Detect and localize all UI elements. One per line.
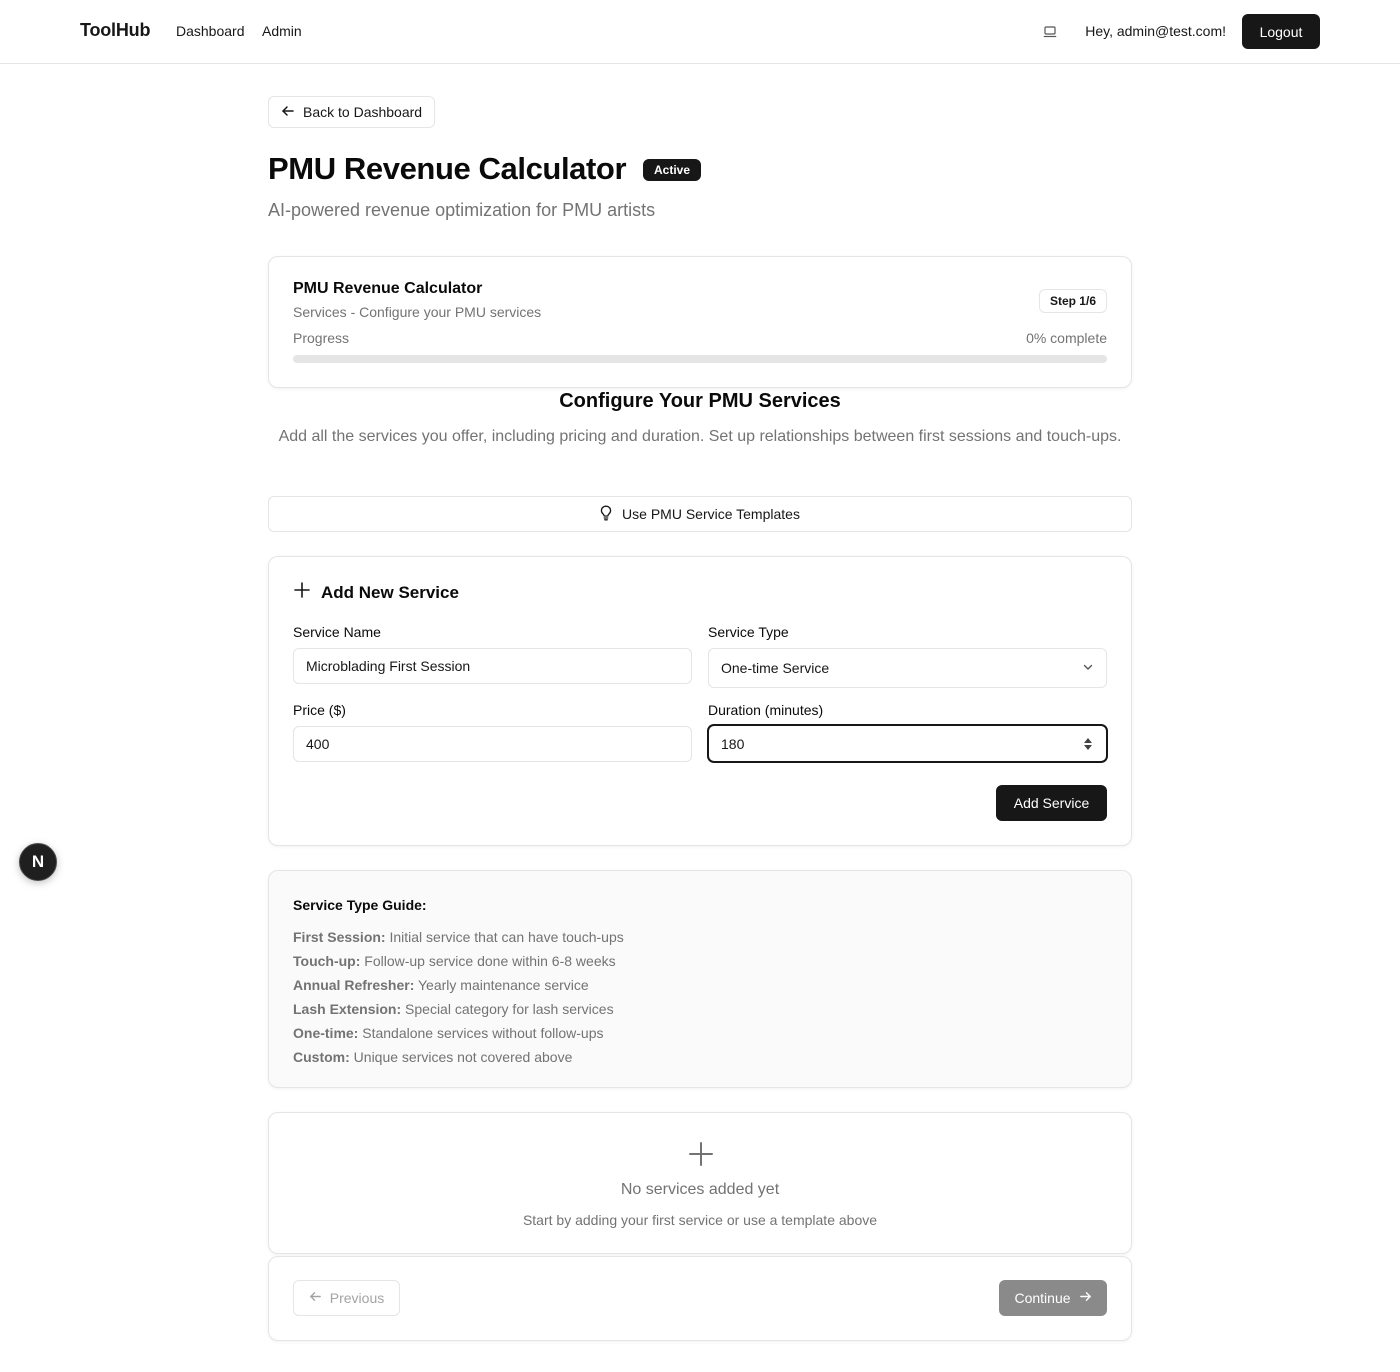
- number-stepper-icon[interactable]: [1082, 737, 1094, 750]
- empty-state-subtitle: Start by adding your first service or us…: [522, 1212, 878, 1228]
- brand-logo[interactable]: ToolHub: [80, 20, 150, 41]
- guide-term: Touch-up:: [293, 953, 361, 969]
- guide-desc: Yearly maintenance service: [418, 977, 589, 993]
- duration-value: 180: [721, 735, 745, 752]
- use-templates-label: Use PMU Service Templates: [622, 506, 800, 522]
- guide-term: Custom:: [293, 1049, 350, 1065]
- guide-desc: Initial service that can have touch-ups: [389, 929, 624, 945]
- guide-term: Lash Extension:: [293, 1001, 402, 1017]
- use-templates-button[interactable]: Use PMU Service Templates: [268, 496, 1132, 532]
- guide-item: One-time: Standalone services without fo…: [293, 1021, 624, 1045]
- guide-term: First Session:: [293, 929, 386, 945]
- guide-desc: Special category for lash services: [405, 1001, 614, 1017]
- continue-label: Continue: [1014, 1290, 1071, 1306]
- service-type-guide: Service Type Guide: First Session: Initi…: [268, 870, 1132, 1088]
- guide-term: One-time:: [293, 1025, 359, 1041]
- guide-item: First Session: Initial service that can …: [293, 925, 624, 949]
- price-value: 400: [306, 736, 330, 752]
- duration-label: Duration (minutes): [708, 702, 824, 718]
- guide-item: Lash Extension: Special category for las…: [293, 997, 624, 1021]
- guide-desc: Standalone services without follow-ups: [362, 1025, 604, 1041]
- page-subtitle: AI-powered revenue optimization for PMU …: [268, 200, 656, 220]
- previous-label: Previous: [329, 1290, 385, 1306]
- service-name-label: Service Name: [293, 624, 381, 640]
- nextjs-dev-badge[interactable]: N: [19, 843, 57, 881]
- user-greeting: Hey, admin@test.com!: [1085, 23, 1226, 39]
- guide-list: First Session: Initial service that can …: [293, 925, 624, 1069]
- service-type-label: Service Type: [708, 624, 789, 640]
- status-badge: Active: [643, 159, 702, 181]
- arrow-left-icon: [281, 104, 295, 121]
- service-name-input[interactable]: Microblading First Session: [293, 648, 692, 684]
- section-description: Add all the services you offer, includin…: [278, 428, 1122, 445]
- lightbulb-icon: [600, 505, 612, 524]
- price-input[interactable]: 400: [293, 726, 692, 762]
- arrow-left-icon: [309, 1290, 322, 1306]
- add-service-button[interactable]: Add Service: [996, 785, 1107, 821]
- wizard-navigation: Previous Continue: [268, 1256, 1132, 1341]
- laptop-icon[interactable]: [1040, 22, 1060, 42]
- previous-button[interactable]: Previous: [293, 1280, 400, 1316]
- plus-icon: [688, 1141, 714, 1167]
- progress-card: PMU Revenue Calculator Services - Config…: [268, 256, 1132, 388]
- guide-title: Service Type Guide:: [293, 897, 427, 913]
- section-heading: Configure Your PMU Services: [559, 390, 841, 412]
- nav-link-admin[interactable]: Admin: [262, 23, 302, 39]
- guide-item: Annual Refresher: Yearly maintenance ser…: [293, 973, 624, 997]
- service-name-value: Microblading First Session: [306, 658, 471, 674]
- plus-icon: [293, 581, 311, 604]
- continue-button[interactable]: Continue: [999, 1280, 1107, 1316]
- chevron-down-icon: [1082, 660, 1094, 676]
- guide-desc: Follow-up service done within 6-8 weeks: [364, 953, 616, 969]
- service-type-select[interactable]: One-time Service: [708, 648, 1107, 688]
- step-badge: Step 1/6: [1038, 289, 1107, 313]
- guide-term: Annual Refresher:: [293, 977, 415, 993]
- duration-input[interactable]: 180: [708, 725, 1107, 762]
- top-navbar: ToolHub Dashboard Admin Hey, admin@test.…: [0, 0, 1400, 64]
- back-button-label: Back to Dashboard: [303, 104, 423, 120]
- progress-percent-text: 0% complete: [1026, 330, 1107, 346]
- progress-card-title: PMU Revenue Calculator: [293, 280, 483, 297]
- guide-desc: Unique services not covered above: [353, 1049, 573, 1065]
- empty-state-title: No services added yet: [620, 1181, 780, 1198]
- service-type-value: One-time Service: [721, 660, 830, 676]
- add-service-card: Add New Service Service Name Microbladin…: [268, 556, 1132, 846]
- progress-card-subtitle: Services - Configure your PMU services: [293, 304, 542, 320]
- add-service-header: Add New Service: [293, 581, 459, 604]
- guide-item: Custom: Unique services not covered abov…: [293, 1045, 624, 1069]
- arrow-right-icon: [1079, 1290, 1092, 1306]
- services-empty-state: No services added yet Start by adding yo…: [268, 1112, 1132, 1254]
- page-title: PMU Revenue Calculator: [268, 151, 627, 186]
- price-label: Price ($): [293, 702, 346, 718]
- nav-link-dashboard[interactable]: Dashboard: [176, 23, 245, 39]
- progress-label: Progress: [293, 330, 350, 346]
- guide-item: Touch-up: Follow-up service done within …: [293, 949, 624, 973]
- add-service-title: Add New Service: [321, 582, 459, 602]
- logout-button[interactable]: Logout: [1242, 14, 1320, 49]
- progress-bar: [293, 355, 1107, 363]
- back-to-dashboard-button[interactable]: Back to Dashboard: [268, 96, 436, 128]
